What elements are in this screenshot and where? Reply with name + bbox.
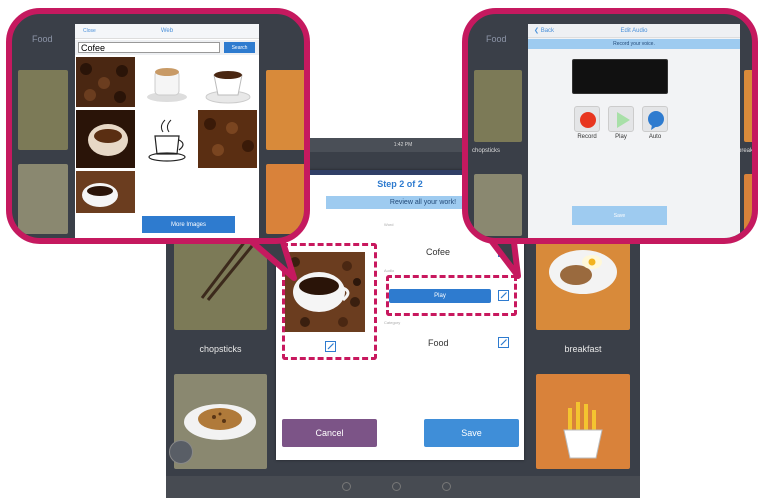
cup-sketch-image [148, 119, 186, 162]
audio-save-button[interactable]: Save [572, 206, 667, 225]
coffee-beans-image [76, 57, 135, 107]
image-result-6[interactable] [198, 110, 257, 168]
web-search-callout: Food Close Web Search [6, 8, 310, 244]
image-result-7[interactable] [76, 171, 135, 213]
search-button[interactable]: Search [224, 42, 255, 53]
bg-tile-chopsticks [18, 70, 68, 150]
edit-audio-callout: Food chopsticks breakfast ❮ Back Edit Au… [462, 8, 758, 244]
play-button[interactable] [608, 106, 634, 132]
more-images-button[interactable]: More Images [142, 216, 235, 233]
bg-tile-fries [266, 164, 304, 234]
web-header: Close Web [75, 24, 259, 39]
bg-tile-cookie [474, 174, 522, 236]
image-result-4[interactable] [76, 110, 135, 168]
image-result-5[interactable] [137, 110, 196, 168]
record-button[interactable] [574, 106, 600, 132]
play-icon [617, 112, 630, 128]
search-input[interactable] [78, 42, 220, 53]
record-icon [580, 112, 596, 128]
edit-audio-panel: ❮ Back Edit Audio Record your voice. Rec… [528, 24, 740, 238]
audio-header: ❮ Back Edit Audio [528, 24, 740, 38]
bg-tile-cookie [18, 164, 68, 234]
bg-tile-breakfast [744, 70, 752, 142]
record-instruction: Record your voice. [528, 39, 740, 49]
image-result-2[interactable] [137, 57, 196, 107]
speech-bubble-icon [648, 111, 664, 130]
auto-label: Auto [648, 134, 662, 140]
bubble-bg-food-label: Food [32, 34, 53, 44]
cup-beans-image [76, 171, 135, 213]
bubble-bg-food-label: Food [486, 34, 507, 44]
bg-tile-chopsticks [474, 70, 522, 142]
bg-chopsticks-label: chopsticks [472, 148, 501, 154]
latte-cup-image [147, 68, 187, 102]
bg-tile-breakfast [266, 70, 304, 150]
beans-pile-image [198, 110, 257, 168]
audio-title: Edit Audio [620, 28, 648, 34]
search-row: Search [75, 40, 259, 55]
bg-breakfast-label: breakfast [738, 148, 758, 154]
white-cup-image [205, 71, 251, 104]
image-result-1[interactable] [76, 57, 135, 107]
audio-display [572, 59, 668, 94]
web-title: Web [160, 28, 174, 34]
web-image-panel: Close Web Search More Images [75, 24, 259, 238]
cup-dark-image [76, 110, 135, 168]
auto-button[interactable] [642, 106, 668, 132]
image-result-3[interactable] [198, 57, 257, 107]
